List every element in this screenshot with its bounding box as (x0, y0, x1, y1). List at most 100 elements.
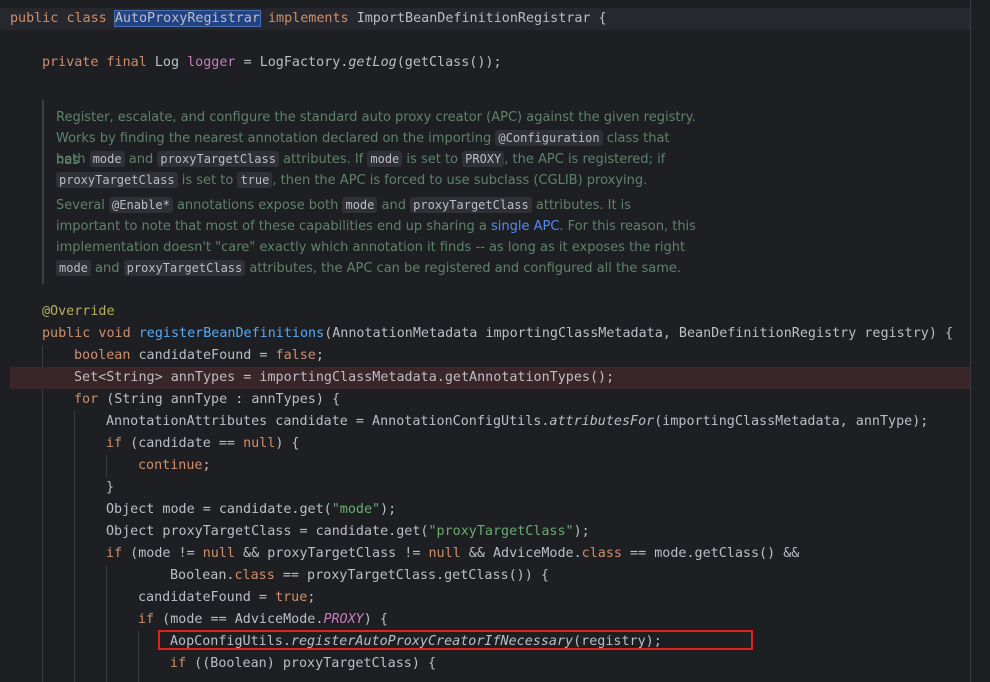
rendered-javadoc: Register, escalate, and configure the st… (42, 100, 696, 284)
code-line[interactable]: Boolean.class == proxyTargetClass.getCla… (170, 565, 990, 587)
code-editor[interactable]: public class AutoProxyRegistrar implemen… (0, 0, 990, 682)
doc-code: mode (89, 151, 125, 167)
doc-text: both (56, 152, 86, 167)
type-name: Log (154, 55, 180, 70)
doc-text: important to note that most of these cap… (56, 219, 487, 234)
logger-field-line[interactable]: private final Log logger = LogFactory.ge… (42, 52, 990, 74)
keyword: false (275, 348, 316, 363)
class-ref: LogFactory. (259, 55, 349, 70)
indent-guide (74, 411, 75, 682)
code-text: ) { (363, 612, 388, 627)
code-text: ; (202, 458, 211, 473)
code-line[interactable]: AnnotationAttributes candidate = Annotat… (106, 411, 990, 433)
keyword: implements (268, 11, 349, 26)
doc-code: mode (56, 260, 91, 276)
class-name-selected[interactable]: AutoProxyRegistrar (113, 10, 261, 27)
code-line[interactable]: if (mode == AdviceMode.PROXY) { (138, 609, 990, 631)
code-text: ); (573, 524, 590, 539)
doc-code: proxyTargetClass (123, 260, 246, 276)
keyword: public void (42, 326, 131, 341)
code-text: ; (315, 348, 324, 363)
method-name[interactable]: registerBeanDefinitions (139, 326, 324, 341)
indent-guide (42, 345, 43, 682)
keyword: class (66, 11, 107, 26)
keyword: boolean (74, 348, 131, 363)
doc-code: PROXY (462, 151, 505, 167)
doc-text: , then the APC is forced to use subclass… (272, 173, 648, 188)
code-line[interactable]: Object mode = candidate.get("mode"); (106, 499, 990, 521)
method-call[interactable]: attributesFor (549, 414, 654, 429)
code-line[interactable]: for (String annType : annTypes) { (74, 389, 990, 411)
keyword: true (275, 590, 308, 605)
code-text: Object proxyTargetClass = candidate.get( (106, 524, 429, 539)
keyword: null (243, 436, 276, 451)
doc-code: proxyTargetClass (56, 172, 178, 188)
doc-text: is set to (181, 173, 234, 188)
doc-code: @Configuration (495, 130, 603, 146)
code-text: Boolean. (170, 568, 235, 583)
doc-code: proxyTargetClass (157, 151, 279, 167)
doc-text: is set to (406, 152, 458, 167)
code-text: (mode != (122, 546, 203, 561)
interface-name[interactable]: ImportBeanDefinitionRegistrar (357, 11, 591, 26)
code-line[interactable]: boolean candidateFound = false; (74, 345, 990, 367)
indent-guide (138, 631, 139, 682)
annotation: @Override (42, 304, 115, 319)
code-line[interactable]: if (mode != null && proxyTargetClass != … (106, 543, 990, 565)
code-line[interactable]: if ((Boolean) proxyTargetClass) { (170, 653, 990, 675)
code-text: Set<String> annTypes = importingClassMet… (74, 370, 615, 385)
doc-line: important to note that most of these cap… (56, 216, 696, 238)
keyword: class (581, 546, 622, 561)
code-text: && proxyTargetClass != (235, 546, 429, 561)
error-highlighted-line[interactable]: Set<String> annTypes = importingClassMet… (10, 367, 970, 389)
code-text: ; (307, 590, 316, 605)
doc-text: Works by finding the nearest annotation … (56, 131, 492, 146)
code-line[interactable]: Object proxyTargetClass = candidate.get(… (106, 521, 990, 543)
doc-code: true (237, 172, 273, 188)
indent-guide (106, 455, 107, 477)
code-line[interactable]: } (106, 477, 990, 499)
doc-line: implementation doesn't "care" exactly wh… (56, 237, 696, 259)
field-name[interactable]: logger (187, 55, 235, 70)
code-text: candidateFound = (138, 590, 276, 605)
keyword: if (138, 612, 155, 627)
code-text: == proxyTargetClass.getClass()) { (274, 568, 549, 583)
indent-guide (106, 565, 107, 682)
code-text: (mode == AdviceMode. (154, 612, 324, 627)
code-line[interactable]: continue; (138, 455, 990, 477)
code-line[interactable]: if (candidate == null) { (106, 433, 990, 455)
doc-link[interactable]: single APC (491, 219, 559, 234)
code-line[interactable]: candidateFound = true; (138, 587, 990, 609)
doc-text: . For this reason, this (559, 219, 696, 234)
keyword: for (74, 392, 99, 407)
keyword: public (10, 11, 59, 26)
doc-line: proxyTargetClass is set to true, then th… (56, 170, 696, 192)
brace: { (598, 11, 607, 26)
doc-line: both mode and proxyTargetClass attribute… (56, 149, 696, 171)
doc-text: and (381, 198, 406, 213)
keyword: null (428, 546, 461, 561)
class-declaration[interactable]: public class AutoProxyRegistrar implemen… (10, 8, 980, 30)
keyword: if (106, 436, 123, 451)
string-literal: "proxyTargetClass" (428, 524, 574, 539)
doc-text: Register, escalate, and configure the st… (56, 110, 696, 125)
red-highlight-box (158, 630, 753, 650)
args: (getClass()); (396, 55, 502, 70)
code-text: ((Boolean) proxyTargetClass) { (186, 656, 437, 671)
keyword: null (202, 546, 235, 561)
doc-code: mode (367, 151, 403, 167)
keyword: if (170, 656, 187, 671)
doc-text: Several (56, 198, 105, 213)
code-text: } (106, 480, 115, 495)
method-call[interactable]: getLog (348, 55, 396, 70)
override-annotation[interactable]: @Override (42, 301, 990, 323)
doc-text: implementation doesn't "care" exactly wh… (56, 240, 686, 255)
method-signature[interactable]: public void registerBeanDefinitions(Anno… (42, 323, 990, 345)
doc-code: @Enable* (109, 197, 173, 213)
enum-constant: PROXY (323, 612, 364, 627)
code-text: == mode.getClass() && (621, 546, 800, 561)
code-text: && AdviceMode. (460, 546, 582, 561)
code-text: (String annType : annTypes) { (98, 392, 341, 407)
doc-text: attributes. If (283, 152, 364, 167)
doc-text: annotations expose both (176, 198, 339, 213)
